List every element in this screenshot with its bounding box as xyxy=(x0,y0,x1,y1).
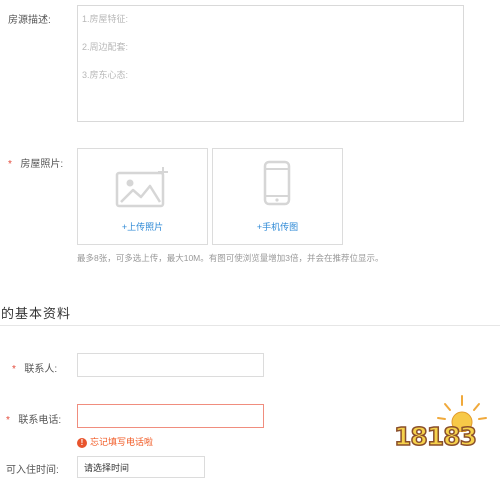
description-textarea[interactable]: 1.房屋特征: 2.周边配套: 3.房东心态: xyxy=(77,5,464,122)
required-marker: * xyxy=(12,364,16,375)
phone-error-message: ! 忘记填写电话啦 xyxy=(77,435,153,448)
contact-phone-input[interactable] xyxy=(77,404,264,428)
mobile-phone-icon xyxy=(263,160,291,206)
description-label-row: 房源描述: xyxy=(8,10,51,28)
description-placeholder-line: 1.房屋特征: xyxy=(82,14,129,24)
phone-error-text: 忘记填写电话啦 xyxy=(90,437,154,447)
upload-photo-label: +上传照片 xyxy=(121,222,164,232)
contact-name-label-row: * 联系人: xyxy=(12,359,57,377)
movein-select[interactable]: 请选择时间 xyxy=(77,456,205,478)
photos-label-row: * 房屋照片: xyxy=(8,154,63,172)
required-marker: * xyxy=(8,159,12,170)
section-divider xyxy=(0,325,500,326)
phone-upload-label: +手机传图 xyxy=(256,222,299,232)
photos-label: 房屋照片: xyxy=(20,159,64,170)
contact-phone-label-row: * 联系电话: xyxy=(6,410,61,428)
photos-hint: 最多8张，可多选上传，最大10M。有图可使浏览量增加3倍，并会在推荐位显示。 xyxy=(77,253,384,263)
section-title: 的基本资料 xyxy=(1,306,72,321)
error-icon: ! xyxy=(77,437,87,448)
phone-upload-button[interactable]: +手机传图 xyxy=(212,148,343,245)
description-placeholder-line: 2.周边配套: xyxy=(82,42,129,52)
description-placeholder-line: 3.房东心态: xyxy=(82,70,129,80)
contact-phone-label: 联系电话: xyxy=(18,415,62,426)
contact-name-label: 联系人: xyxy=(24,364,58,375)
image-placeholder-icon xyxy=(115,167,168,208)
description-label: 房源描述: xyxy=(8,15,51,26)
required-marker: * xyxy=(6,415,10,426)
movein-label: 可入住时间: xyxy=(6,465,59,476)
upload-photo-button[interactable]: +上传照片 xyxy=(77,148,208,245)
watermark-logo: 18183 xyxy=(388,392,500,470)
contact-name-input[interactable] xyxy=(77,353,264,377)
watermark-text: 18183 xyxy=(393,421,477,452)
